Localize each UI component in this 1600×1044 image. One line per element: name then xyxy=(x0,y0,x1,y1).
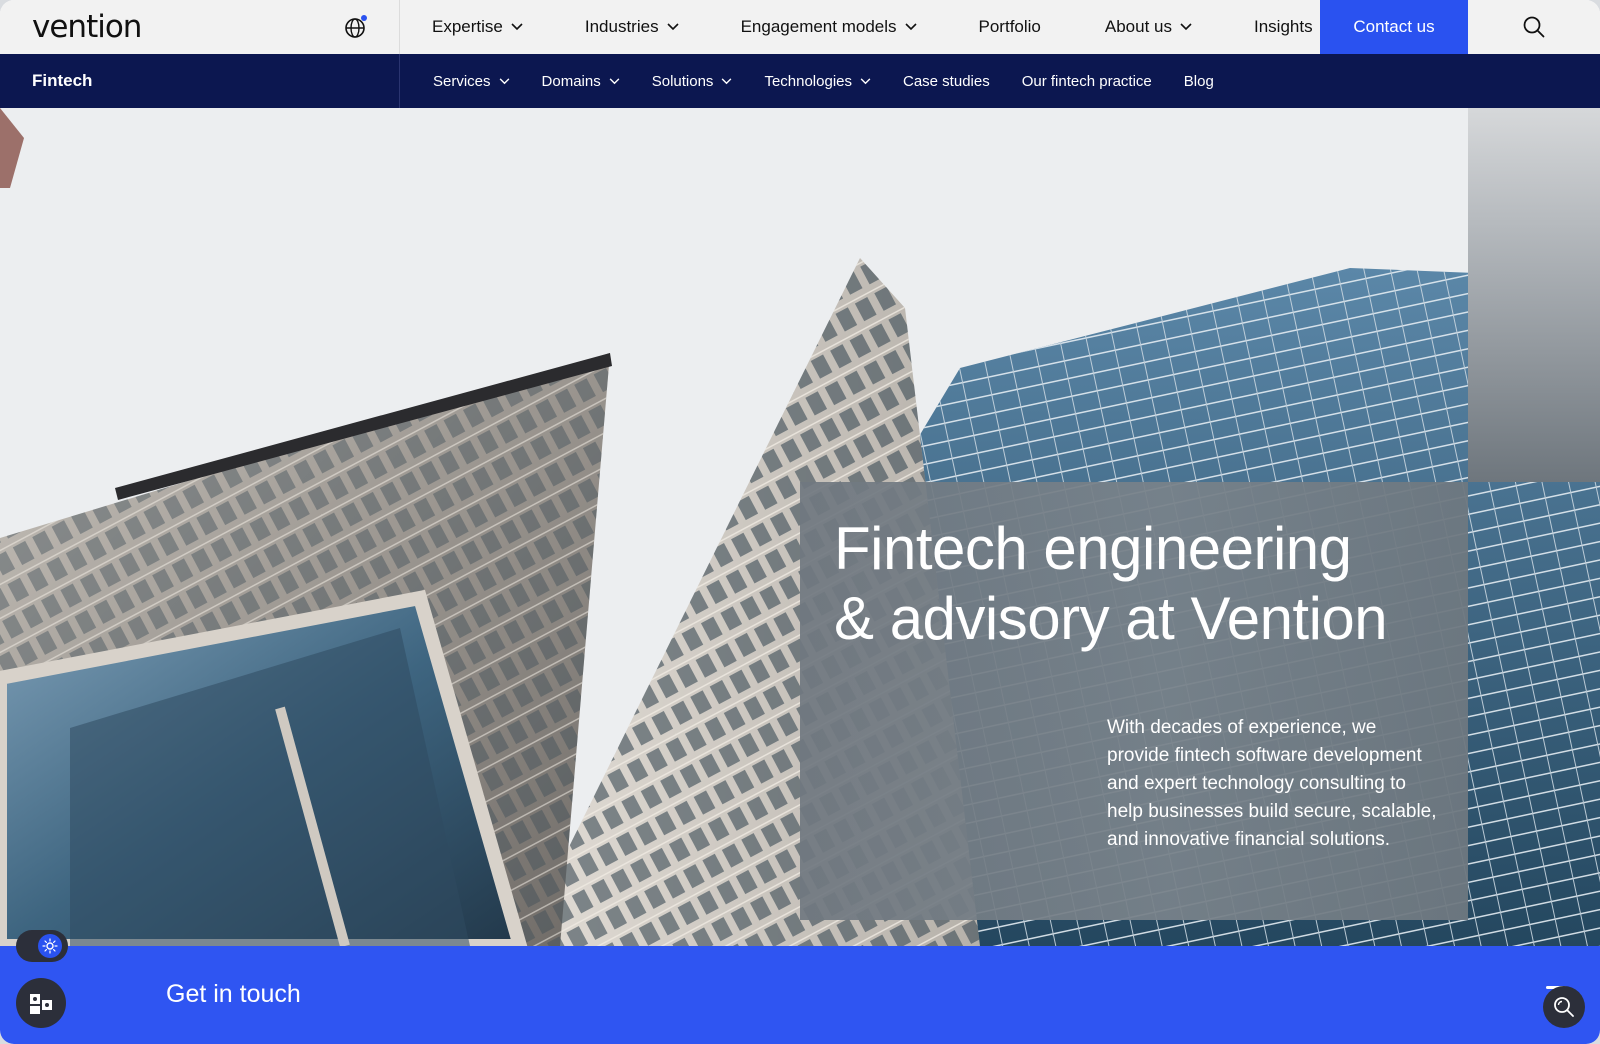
subnav-item-blog[interactable]: Blog xyxy=(1184,73,1214,90)
puzzle-icon xyxy=(30,994,52,1014)
nav-item-portfolio[interactable]: Portfolio xyxy=(977,0,1043,54)
zoom-icon xyxy=(1554,997,1574,1017)
theme-toggle[interactable] xyxy=(16,930,68,962)
globe-icon[interactable] xyxy=(344,15,368,39)
sun-icon xyxy=(38,934,62,958)
contact-us-button[interactable]: Contact us xyxy=(1320,0,1468,54)
chevron-down-icon xyxy=(511,23,523,31)
headline-line-1: Fintech engineering xyxy=(834,515,1352,582)
chevron-down-icon xyxy=(667,23,679,31)
subnav-items: Services Domains Solutions Technologies … xyxy=(400,73,1214,90)
chevron-down-icon xyxy=(860,77,871,84)
nav-item-industries[interactable]: Industries xyxy=(583,0,681,54)
browser-page: vention Expertise Industries Engagement … xyxy=(0,0,1600,1044)
logo-area: vention xyxy=(0,0,400,54)
hero-headline: Fintech engineering & advisory at Ventio… xyxy=(834,514,1454,654)
get-in-touch-label: Get in touch xyxy=(166,980,301,1008)
chevron-down-icon xyxy=(722,77,732,84)
nav-item-about-us[interactable]: About us xyxy=(1103,0,1194,54)
right-image-strip xyxy=(1468,108,1600,482)
headline-line-2: & advisory at Vention xyxy=(834,585,1388,652)
nav-item-label: Expertise xyxy=(432,17,503,36)
subnav-item-case-studies[interactable]: Case studies xyxy=(903,73,990,90)
nav-item-label: About us xyxy=(1104,17,1172,36)
main-nav: Expertise Industries Engagement models P… xyxy=(400,0,1320,54)
nav-item-label: Engagement models xyxy=(740,17,897,36)
subnav-item-services[interactable]: Services xyxy=(433,73,510,90)
nav-item-label: Insights xyxy=(1254,17,1313,36)
subnav-item-label: Blog xyxy=(1183,72,1214,90)
search-icon xyxy=(1523,16,1545,38)
subnav-item-label: Domains xyxy=(541,72,601,90)
nav-item-engagement-models[interactable]: Engagement models xyxy=(739,0,919,54)
vention-logo[interactable]: vention xyxy=(32,9,142,45)
nav-item-expertise[interactable]: Expertise xyxy=(430,0,525,54)
subnav-item-label: Technologies xyxy=(764,72,852,90)
subnav-item-label: Our fintech practice xyxy=(1021,72,1152,90)
nav-item-label: Portfolio xyxy=(978,17,1041,36)
subnav-item-our-fintech-practice[interactable]: Our fintech practice xyxy=(1022,73,1152,90)
subnav-item-solutions[interactable]: Solutions xyxy=(652,73,733,90)
hero-section: Fintech engineering & advisory at Ventio… xyxy=(0,108,1600,946)
widget-button[interactable] xyxy=(16,978,66,1028)
subnav-item-technologies[interactable]: Technologies xyxy=(764,73,871,90)
get-in-touch-bar[interactable]: Get in touch xyxy=(0,946,1600,1044)
chevron-down-icon xyxy=(609,77,620,84)
chevron-down-icon xyxy=(1180,23,1192,31)
nav-item-insights[interactable]: Insights xyxy=(1252,0,1315,54)
top-navigation: vention Expertise Industries Engagement … xyxy=(0,0,1600,54)
subnav-item-label: Case studies xyxy=(903,72,990,90)
subnav-item-label: Services xyxy=(433,72,491,90)
zoom-button[interactable] xyxy=(1543,986,1585,1028)
chevron-down-icon xyxy=(904,23,917,31)
subnav-item-label: Solutions xyxy=(651,72,714,90)
nav-item-label: Industries xyxy=(584,17,659,36)
subnav-item-domains[interactable]: Domains xyxy=(542,73,620,90)
search-button[interactable] xyxy=(1468,0,1600,54)
subnav-section-title[interactable]: Fintech xyxy=(0,54,400,108)
chevron-down-icon xyxy=(499,77,509,84)
hero-description: With decades of experience, we provide f… xyxy=(1107,717,1437,850)
fintech-subnav: Fintech Services Domains Solutions Techn… xyxy=(0,54,1600,108)
